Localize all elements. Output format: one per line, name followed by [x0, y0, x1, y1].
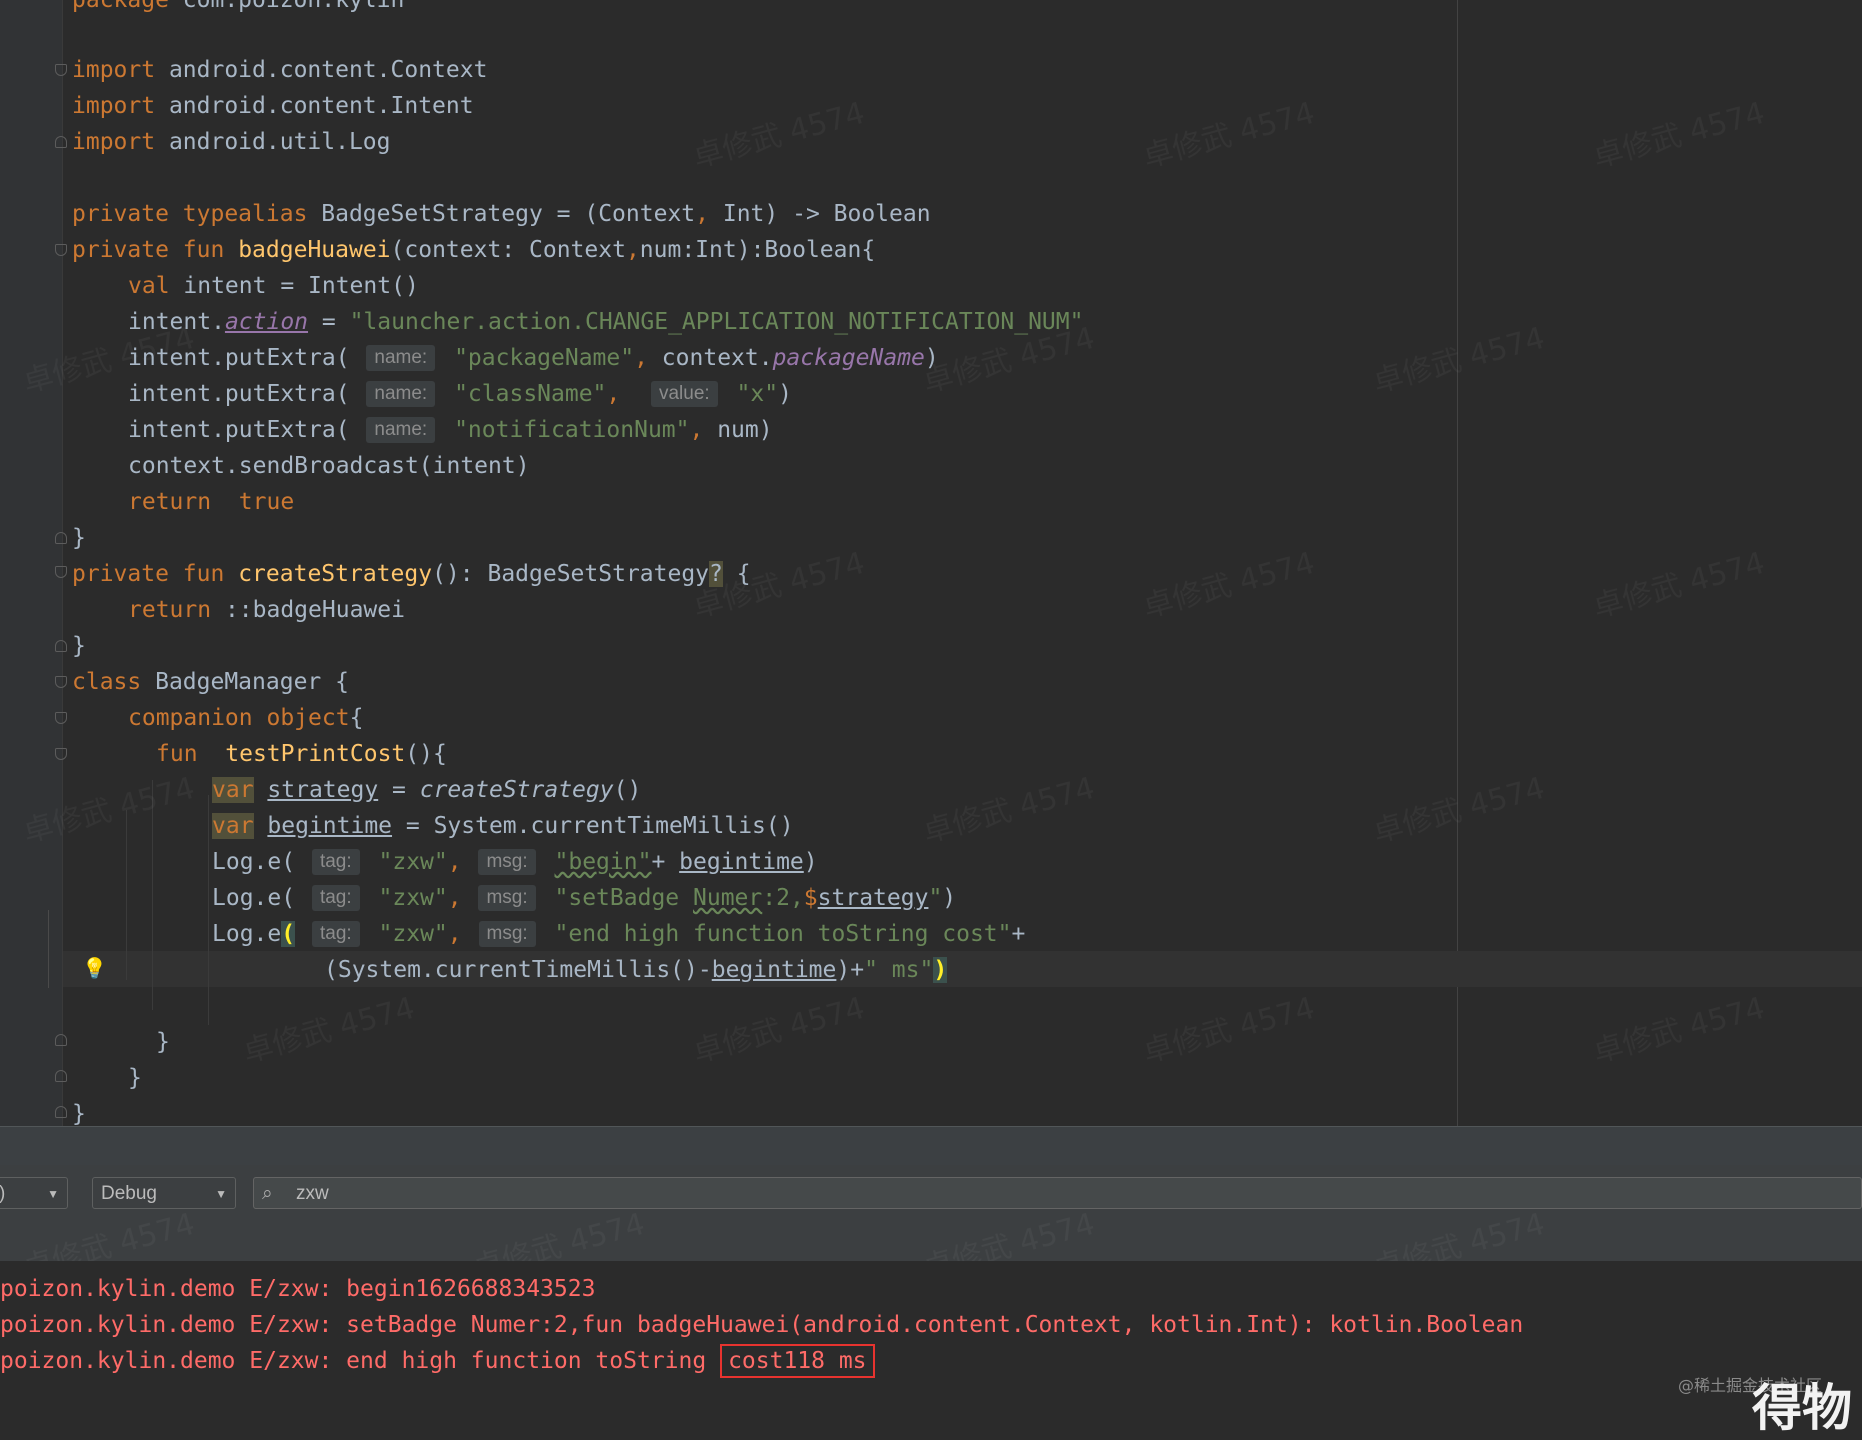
lightbulb-icon[interactable]: 💡 — [82, 955, 107, 981]
code-line-intent-action[interactable]: intent.action = "launcher.action.CHANGE_… — [128, 304, 1083, 340]
dewu-logo: 得物 — [1752, 1379, 1852, 1437]
logcat-toolbar: ) ▼ Debug ▼ ⌕ — [0, 1165, 1862, 1221]
watermark: 卓修武 4574 — [687, 88, 868, 176]
fold-marker-icon[interactable] — [55, 244, 67, 256]
code-line-typealias[interactable]: private typealias BadgeSetStrategy = (Co… — [72, 196, 931, 232]
fold-marker-icon[interactable] — [55, 1070, 67, 1082]
code-line-var-strategy[interactable]: var strategy = createStrategy() — [212, 772, 641, 808]
panel-separator[interactable] — [0, 1126, 1862, 1165]
log-line-text: poizon.kylin.demo E/zxw: end high functi… — [0, 1348, 721, 1374]
code-line-return-badgehuawei[interactable]: return ::badgeHuawei — [128, 592, 405, 628]
fold-marker-icon[interactable] — [55, 676, 67, 688]
watermark: 卓修武 4574 — [687, 983, 868, 1071]
code-line-package[interactable]: package com.poizon.kylin — [72, 0, 404, 18]
code-line-putextra-classname[interactable]: intent.putExtra( name: "className", valu… — [128, 376, 792, 412]
logcat-header-gap: 卓修武 4574 卓修武 4574 卓修武 4574 卓修武 4574 — [0, 1207, 1862, 1286]
log-level-label: Debug — [101, 1183, 157, 1204]
fold-marker-icon[interactable] — [55, 64, 67, 76]
fold-marker-icon[interactable] — [55, 532, 67, 544]
code-line-fun-testprintcost[interactable]: fun testPrintCost(){ — [156, 736, 447, 772]
code-line-var-begintime[interactable]: var begintime = System.currentTimeMillis… — [212, 808, 794, 844]
chevron-down-icon: ▼ — [215, 1187, 227, 1201]
highlighted-cost: cost118 ms — [720, 1344, 875, 1378]
code-line-class-badgemanager[interactable]: class BadgeManager { — [72, 664, 349, 700]
code-line-val-intent[interactable]: val intent = Intent() — [128, 268, 419, 304]
code-line-import-context[interactable]: import android.content.Context — [72, 52, 487, 88]
code-line-cost-expression[interactable]: (System.currentTimeMillis()-begintime)+"… — [324, 952, 948, 988]
code-line-putextra-notificationnum[interactable]: intent.putExtra( name: "notificationNum"… — [128, 412, 773, 448]
log-line[interactable]: poizon.kylin.demo E/zxw: setBadge Numer:… — [0, 1307, 1523, 1343]
watermark: 卓修武 4574 — [1587, 983, 1768, 1071]
fold-marker-icon[interactable] — [55, 1106, 67, 1118]
code-line-close-brace[interactable]: } — [72, 1096, 86, 1126]
code-line-log-begin[interactable]: Log.e( tag: "zxw", msg: "begin"+ beginti… — [212, 844, 818, 880]
code-line-log-end[interactable]: Log.e( tag: "zxw", msg: "end high functi… — [212, 916, 1025, 952]
indent-guide — [208, 795, 209, 1025]
watermark: 卓修武 4574 — [237, 983, 418, 1071]
watermark: 卓修武 4574 — [1587, 88, 1768, 176]
watermark: 卓修武 4574 — [1137, 538, 1318, 626]
watermark: 卓修武 4574 — [1587, 538, 1768, 626]
logcat-search-input[interactable] — [294, 1180, 1798, 1208]
code-line-fun-createstrategy[interactable]: private fun createStrategy(): BadgeSetSt… — [72, 556, 751, 592]
code-line-fun-badgehuawei[interactable]: private fun badgeHuawei(context: Context… — [72, 232, 875, 268]
code-line-sendbroadcast[interactable]: context.sendBroadcast(intent) — [128, 448, 530, 484]
log-line[interactable]: poizon.kylin.demo E/zxw: end high functi… — [0, 1343, 875, 1379]
process-dropdown[interactable]: ) ▼ — [0, 1177, 68, 1209]
logcat-search-box[interactable]: ⌕ — [253, 1177, 1862, 1209]
code-line-close-brace[interactable]: } — [72, 628, 86, 664]
code-line-close-brace[interactable]: } — [128, 1060, 142, 1096]
watermark: 卓修武 4574 — [917, 763, 1098, 851]
change-marker — [48, 910, 49, 988]
fold-marker-icon[interactable] — [55, 748, 67, 760]
indent-guide — [126, 810, 127, 980]
code-line-import-intent[interactable]: import android.content.Intent — [72, 88, 474, 124]
code-line-log-setbadge[interactable]: Log.e( tag: "zxw", msg: "setBadge Numer:… — [212, 880, 956, 916]
process-dropdown-label: ) — [0, 1183, 5, 1204]
log-line[interactable]: poizon.kylin.demo E/zxw: begin1626688343… — [0, 1271, 595, 1307]
logcat-output[interactable]: poizon.kylin.demo E/zxw: begin1626688343… — [0, 1261, 1862, 1432]
fold-marker-icon[interactable] — [55, 1034, 67, 1046]
code-line-putextra-packagename[interactable]: intent.putExtra( name: "packageName", co… — [128, 340, 939, 376]
code-line-close-brace[interactable]: } — [72, 520, 86, 556]
code-line-close-brace[interactable]: } — [156, 1024, 170, 1060]
code-line-companion-object[interactable]: companion object{ — [128, 700, 363, 736]
code-line-import-log[interactable]: import android.util.Log — [72, 124, 391, 160]
editor-gutter[interactable] — [0, 0, 63, 1126]
fold-marker-icon[interactable] — [55, 712, 67, 724]
fold-marker-icon[interactable] — [55, 136, 67, 148]
chevron-down-icon: ▼ — [47, 1187, 59, 1201]
watermark: 卓修武 4574 — [1137, 983, 1318, 1071]
fold-marker-icon[interactable] — [55, 566, 67, 578]
code-line-return-true[interactable]: return true — [128, 484, 294, 520]
fold-marker-icon[interactable] — [55, 640, 67, 652]
search-icon: ⌕ — [262, 1182, 273, 1204]
watermark: 卓修武 4574 — [1137, 88, 1318, 176]
code-editor[interactable]: 卓修武 4574 卓修武 4574 卓修武 4574 卓修武 4574 卓修武 … — [0, 0, 1862, 1126]
